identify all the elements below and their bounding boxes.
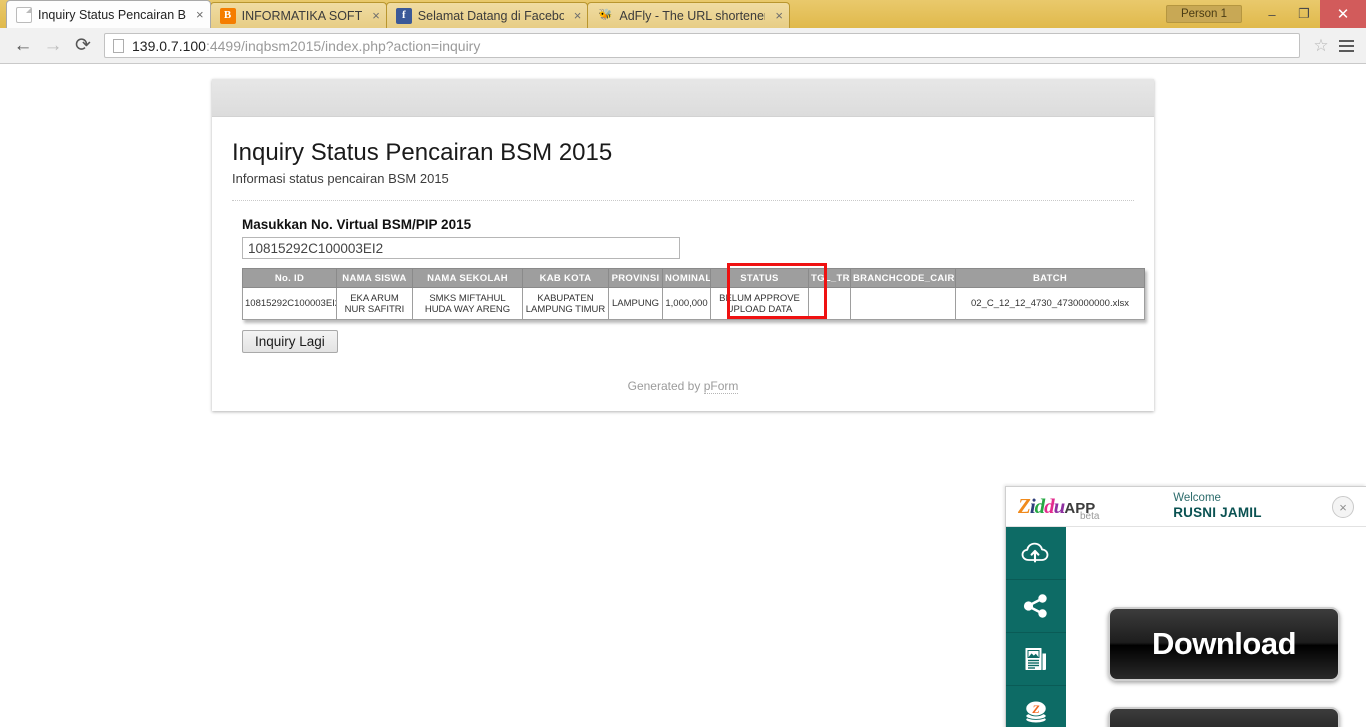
ziddu-sidebar-rail: Z — [1006, 527, 1066, 727]
col-header-tgl-trx: TGL_TRX — [808, 268, 851, 288]
col-header-nama-siswa: NAMA SISWA — [336, 268, 413, 288]
rail-item-coins[interactable]: Z — [1006, 686, 1066, 727]
tab-strip: Inquiry Status Pencairan B × B INFORMATI… — [0, 0, 1366, 28]
share-icon — [1022, 593, 1050, 619]
cell-tgl-trx — [808, 287, 851, 320]
ziddu-logo-letter-d2: d — [1044, 494, 1054, 518]
adfly-bee-icon: 🐝 — [598, 9, 613, 21]
cell-kab-kota: KABUPATEN LAMPUNG TIMUR — [522, 287, 609, 320]
browser-tab-informatika-soft[interactable]: B INFORMATIKA SOFT × — [209, 2, 387, 28]
tab-close-icon[interactable]: × — [574, 9, 582, 22]
cell-nama-sekolah: SMKS MIFTAHUL HUDA WAY ARENG — [412, 287, 523, 320]
generated-by-text: Generated by — [627, 379, 704, 393]
coins-icon: Z — [1022, 699, 1050, 725]
browser-toolbar: ← → ⟳ 139.0.7.100:4499/inqbsm2015/index.… — [0, 28, 1366, 64]
virtual-number-label: Masukkan No. Virtual BSM/PIP 2015 — [242, 217, 472, 232]
page-viewport: Inquiry Status Pencairan BSM 2015 Inform… — [0, 64, 1366, 727]
cell-status: BELUM APPROVE UPLOAD DATA — [710, 287, 809, 320]
generated-by-footer: Generated by pForm — [232, 379, 1134, 394]
url-host: 139.0.7.100 — [132, 37, 206, 54]
table-header-row: No. ID NAMA SISWA NAMA SEKOLAH KAB KOTA … — [242, 268, 1145, 288]
ziddu-logo-letter-d1: d — [1034, 494, 1045, 518]
col-header-no-id: No. ID — [242, 268, 337, 288]
divider — [232, 200, 1134, 201]
bookmark-star-icon[interactable]: ☆ — [1308, 33, 1334, 59]
cell-nama-siswa: EKA ARUM NUR SAFITRI — [336, 287, 413, 320]
ziddu-content: Download Play Now Powered by ⏻ Idle Comp… — [1066, 527, 1366, 727]
back-icon[interactable]: ← — [8, 31, 38, 61]
tab-close-icon[interactable]: × — [372, 9, 380, 22]
cell-nominal: 1,000,000 — [662, 287, 711, 320]
col-header-nominal: NOMINAL — [662, 268, 711, 288]
result-table: No. ID NAMA SISWA NAMA SEKOLAH KAB KOTA … — [242, 268, 1145, 320]
col-header-branchcode-cair: BRANCHCODE_CAIR — [850, 268, 956, 288]
col-header-batch: BATCH — [955, 268, 1145, 288]
page-subtitle: Informasi status pencairan BSM 2015 — [232, 171, 449, 186]
pform-link[interactable]: pForm — [703, 379, 739, 394]
rail-item-news[interactable] — [1006, 633, 1066, 686]
play-now-button[interactable]: Play Now — [1108, 707, 1340, 727]
col-header-provinsi: PROVINSI — [608, 268, 663, 288]
pform-header-band — [212, 79, 1154, 117]
rail-item-share[interactable] — [1006, 580, 1066, 633]
download-button[interactable]: Download — [1108, 607, 1340, 681]
welcome-label: Welcome — [1173, 492, 1221, 505]
user-name: RUSNI JAMIL — [1173, 505, 1262, 521]
inquiry-again-button[interactable]: Inquiry Lagi — [242, 330, 338, 353]
address-bar[interactable]: 139.0.7.100:4499/inqbsm2015/index.php?ac… — [104, 33, 1300, 58]
facebook-icon: f — [395, 7, 412, 24]
col-header-status: STATUS — [710, 268, 809, 288]
button-row: Inquiry Lagi — [242, 330, 1134, 353]
reload-icon[interactable]: ⟳ — [68, 31, 98, 61]
col-header-nama-sekolah: NAMA SEKOLAH — [412, 268, 523, 288]
page-icon — [16, 6, 32, 23]
browser-menu-icon[interactable] — [1334, 31, 1358, 61]
minimize-button[interactable]: – — [1256, 0, 1288, 28]
window-controls-group: Person 1 – ❐ ✕ — [1165, 0, 1366, 28]
virtual-number-field-group: Masukkan No. Virtual BSM/PIP 2015 — [232, 217, 1134, 259]
cell-branchcode-cair — [850, 287, 956, 320]
tab-title: Inquiry Status Pencairan B — [38, 7, 186, 22]
pform-card: Inquiry Status Pencairan BSM 2015 Inform… — [212, 79, 1154, 411]
close-icon[interactable]: × — [1332, 496, 1354, 518]
rail-item-upload[interactable] — [1006, 527, 1066, 580]
cell-no-id: 10815292C100003EI2 — [242, 287, 337, 320]
news-icon — [1023, 645, 1049, 673]
tab-title: Selamat Datang di Facebo — [417, 8, 564, 23]
browser-tab-inquiry[interactable]: Inquiry Status Pencairan B × — [6, 0, 211, 28]
url-path: :4499/inqbsm2015/index.php?action=inquir… — [205, 37, 481, 54]
forward-icon[interactable]: → — [38, 31, 68, 61]
ziddu-app-widget: ZidduAPP beta Welcome RUSNI JAMIL × Z Do… — [1005, 486, 1366, 727]
tab-close-icon[interactable]: × — [775, 9, 783, 22]
ziddu-logo-beta: beta — [1080, 511, 1100, 522]
ziddu-logo-letter-u: u — [1053, 494, 1066, 518]
tab-close-icon[interactable]: × — [196, 8, 204, 21]
page-title: Inquiry Status Pencairan BSM 2015 — [232, 139, 613, 166]
blogger-icon: B — [219, 7, 236, 24]
ziddu-main: Z Download Play Now — [1006, 527, 1366, 727]
col-header-kab-kota: KAB KOTA — [522, 268, 609, 288]
browser-tab-adfly[interactable]: 🐝 AdFly - The URL shortener × — [587, 2, 790, 28]
profile-button[interactable]: Person 1 — [1165, 5, 1242, 23]
browser-tab-facebook[interactable]: f Selamat Datang di Facebo × — [385, 2, 589, 28]
ziddu-logo-letter-z: Z — [1018, 494, 1031, 518]
browser-chrome: Inquiry Status Pencairan B × B INFORMATI… — [0, 0, 1366, 64]
ziddu-welcome-block: Welcome RUSNI JAMIL — [1173, 492, 1261, 521]
tab-title: INFORMATIKA SOFT — [241, 8, 363, 23]
svg-text:Z: Z — [1031, 702, 1040, 716]
ziddu-header: ZidduAPP beta Welcome RUSNI JAMIL × — [1006, 487, 1366, 527]
virtual-number-input[interactable] — [242, 237, 680, 259]
table-row: 10815292C100003EI2 EKA ARUM NUR SAFITRI … — [242, 287, 1145, 320]
cell-batch: 02_C_12_12_4730_4730000000.xlsx — [955, 287, 1145, 320]
maximize-button[interactable]: ❐ — [1288, 0, 1320, 28]
page-info-icon — [113, 38, 124, 53]
tab-title: AdFly - The URL shortener — [619, 8, 766, 23]
cloud-upload-icon — [1021, 541, 1051, 565]
pform-body: Inquiry Status Pencairan BSM 2015 Inform… — [212, 117, 1154, 411]
cell-provinsi: LAMPUNG — [608, 287, 663, 320]
result-table-holder: No. ID NAMA SISWA NAMA SEKOLAH KAB KOTA … — [242, 263, 1145, 320]
close-window-button[interactable]: ✕ — [1320, 0, 1366, 28]
